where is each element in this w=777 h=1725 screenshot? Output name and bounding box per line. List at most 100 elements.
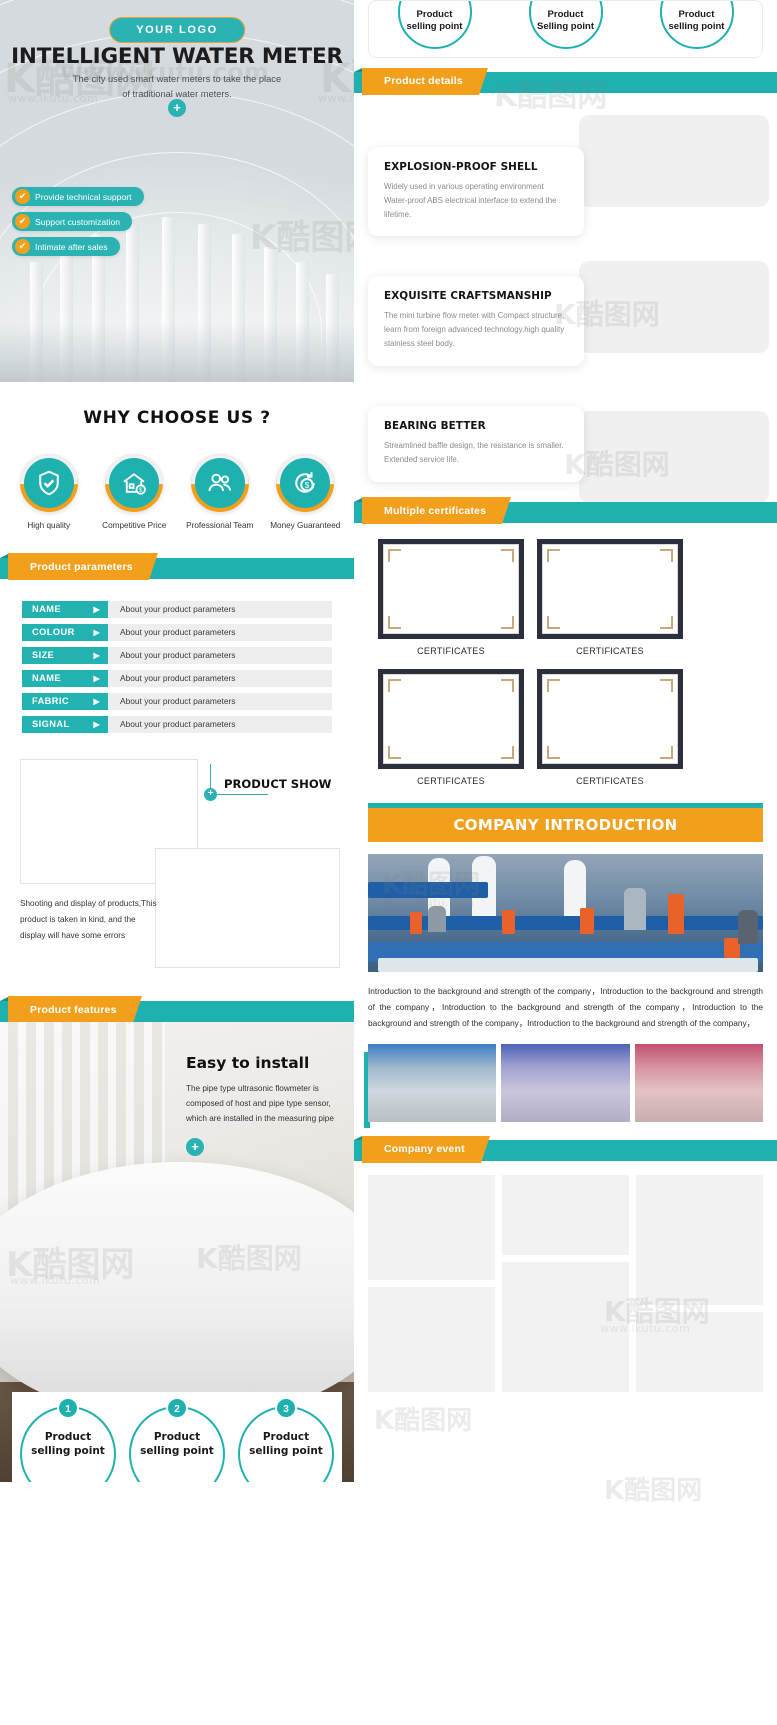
certificate-item[interactable]: CERTIFICATES <box>537 668 683 786</box>
detail-card-description: Widely used in various operating environ… <box>384 182 557 219</box>
company-photo[interactable] <box>501 1044 630 1123</box>
company-photo-strip <box>364 1044 763 1129</box>
selling-point-line1: Product <box>547 8 584 20</box>
detail-card-title: EXPLOSION-PROOF SHELL <box>384 161 538 173</box>
corner-ornament-icon <box>660 548 673 562</box>
product-detail-page: K酷图网 www.ikutu.com K酷图网 www.ikutu.com K酷… <box>0 0 777 1725</box>
certificate-frame <box>378 668 524 769</box>
company-event-placeholder[interactable] <box>502 1262 629 1393</box>
param-key: SIZE ▶ <box>22 646 108 664</box>
why-item-label: Professional Team <box>186 521 254 530</box>
hero-subtitle-line1: The city used smart water meters to take… <box>72 74 282 84</box>
svg-text:$: $ <box>305 481 310 490</box>
feature-expand-button[interactable]: + <box>186 1138 346 1157</box>
company-event-placeholder[interactable] <box>636 1175 763 1306</box>
table-row: COLOUR ▶ About your product parameters <box>22 623 332 641</box>
company-photo[interactable] <box>634 1044 763 1123</box>
section-title: Multiple certificates <box>362 497 512 525</box>
feature-tag-label: Provide technical support <box>35 191 132 202</box>
selling-point-item[interactable]: Product selling point <box>397 1 472 49</box>
company-event-placeholder[interactable] <box>502 1175 629 1256</box>
param-key-label: COLOUR <box>32 627 75 638</box>
company-event-placeholder[interactable] <box>368 1175 495 1281</box>
product-details-cards: K酷图网 K酷图网 K酷图网 EXPLOSION-PROOF SHELL Wid… <box>354 79 777 503</box>
param-key: FABRIC ▶ <box>22 692 108 710</box>
section-ribbon-product-parameters: Product parameters <box>0 553 354 581</box>
triangle-right-icon: ▶ <box>93 719 100 729</box>
selling-point-item[interactable]: 1 Product selling point <box>20 1396 116 1482</box>
selling-point-number: 2 <box>166 1396 188 1419</box>
table-row: SIZE ▶ About your product parameters <box>22 646 332 664</box>
company-photo[interactable] <box>368 1044 497 1123</box>
product-show-caption: Shooting and display of products,This pr… <box>20 898 157 940</box>
section-title: Product parameters <box>8 553 158 581</box>
certificate-item[interactable]: CERTIFICATES <box>378 668 524 786</box>
feature-tag[interactable]: ✔ Intimate after sales <box>12 237 120 256</box>
selling-point-item[interactable]: Product selling point <box>659 1 734 49</box>
certificate-item[interactable]: CERTIFICATES <box>537 538 683 656</box>
company-event-placeholder[interactable] <box>636 1312 763 1393</box>
triangle-right-icon: ▶ <box>93 650 100 660</box>
why-icon-ring <box>19 454 78 512</box>
table-row: FABRIC ▶ About your product parameters <box>22 692 332 710</box>
detail-card-shadow <box>579 261 769 353</box>
certificate-inner <box>542 543 678 634</box>
detail-card-shadow <box>579 115 769 207</box>
param-value: About your product parameters <box>108 646 332 664</box>
param-key: SIGNAL ▶ <box>22 715 108 733</box>
certificates-grid: CERTIFICATES CERTIFICATES CERTIFICATES C… <box>354 523 777 786</box>
corner-ornament-icon <box>660 745 673 759</box>
house-dollar-icon: $ <box>109 458 160 508</box>
watermark-brand: K酷图网 <box>374 1406 473 1436</box>
selling-point-line1: Product <box>44 1430 92 1443</box>
why-item[interactable]: $ Money Guaranteed <box>266 454 344 532</box>
feature-tag-label: Support customization <box>35 216 121 227</box>
why-item-label: Money Guaranteed <box>270 521 341 530</box>
param-value: About your product parameters <box>108 715 332 733</box>
certificate-frame <box>537 538 683 639</box>
feature-description: The pipe type ultrasonic flowmeter is co… <box>186 1083 334 1123</box>
company-event-placeholder[interactable] <box>368 1287 495 1393</box>
detail-card: EXPLOSION-PROOF SHELL Widely used in var… <box>368 147 584 237</box>
param-value: About your product parameters <box>108 692 332 710</box>
selling-point-line2: Selling point <box>537 21 594 32</box>
certificate-caption: CERTIFICATES <box>417 645 485 656</box>
corner-ornament-icon <box>501 745 514 759</box>
corner-ornament-icon <box>501 548 514 562</box>
feature-tag[interactable]: ✔ Provide technical support <box>12 187 144 206</box>
corner-ornament-icon <box>660 678 673 692</box>
selling-point-line2: selling point <box>406 21 463 32</box>
feature-tag[interactable]: ✔ Support customization <box>12 212 133 231</box>
selling-point-item[interactable]: Product Selling point <box>528 1 603 49</box>
product-features-section: K酷图网 www.ikutu.com K酷图网 Easy to install … <box>0 1021 354 1482</box>
why-item[interactable]: Professional Team <box>181 454 259 532</box>
corner-ornament-icon <box>388 615 401 629</box>
hero-expand-button[interactable]: + <box>168 99 186 117</box>
certificate-item[interactable]: CERTIFICATES <box>378 538 524 656</box>
selling-point-label: Product Selling point <box>537 9 594 34</box>
why-item[interactable]: High quality <box>10 454 88 532</box>
company-event-column <box>368 1175 495 1393</box>
selling-point-label: Product selling point <box>407 9 463 34</box>
why-item[interactable]: $ Competitive Price <box>95 454 173 532</box>
company-event-column <box>502 1175 629 1393</box>
selling-point-item[interactable]: 3 Product selling point <box>238 1396 334 1482</box>
hero-banner: K酷图网 www.ikutu.com K酷图网 www.ikutu.com K酷… <box>0 0 354 382</box>
param-key: NAME ▶ <box>22 600 108 618</box>
detail-card-description: Streamlined baffle design, the resistanc… <box>384 440 564 464</box>
triangle-right-icon: ▶ <box>93 627 100 637</box>
detail-card-description: The mini turbine flow meter with Compact… <box>384 311 565 349</box>
product-image-placeholder[interactable] <box>155 847 340 968</box>
selling-point-item[interactable]: 2 Product selling point <box>129 1396 225 1482</box>
param-key-label: NAME <box>32 604 61 615</box>
certificate-caption: CERTIFICATES <box>576 645 644 656</box>
hero-subtitle-line2: of traditional water meters. <box>122 89 232 100</box>
section-title: Company event <box>362 1135 490 1163</box>
plus-icon[interactable]: + <box>204 787 217 801</box>
table-row: SIGNAL ▶ About your product parameters <box>22 715 332 733</box>
company-introduction-paragraph: Introduction to the background and stren… <box>368 985 763 1028</box>
check-icon: ✔ <box>15 214 30 229</box>
marker-vertical-line <box>210 763 211 790</box>
shield-check-icon <box>23 458 74 508</box>
table-row: NAME ▶ About your product parameters <box>22 600 332 618</box>
